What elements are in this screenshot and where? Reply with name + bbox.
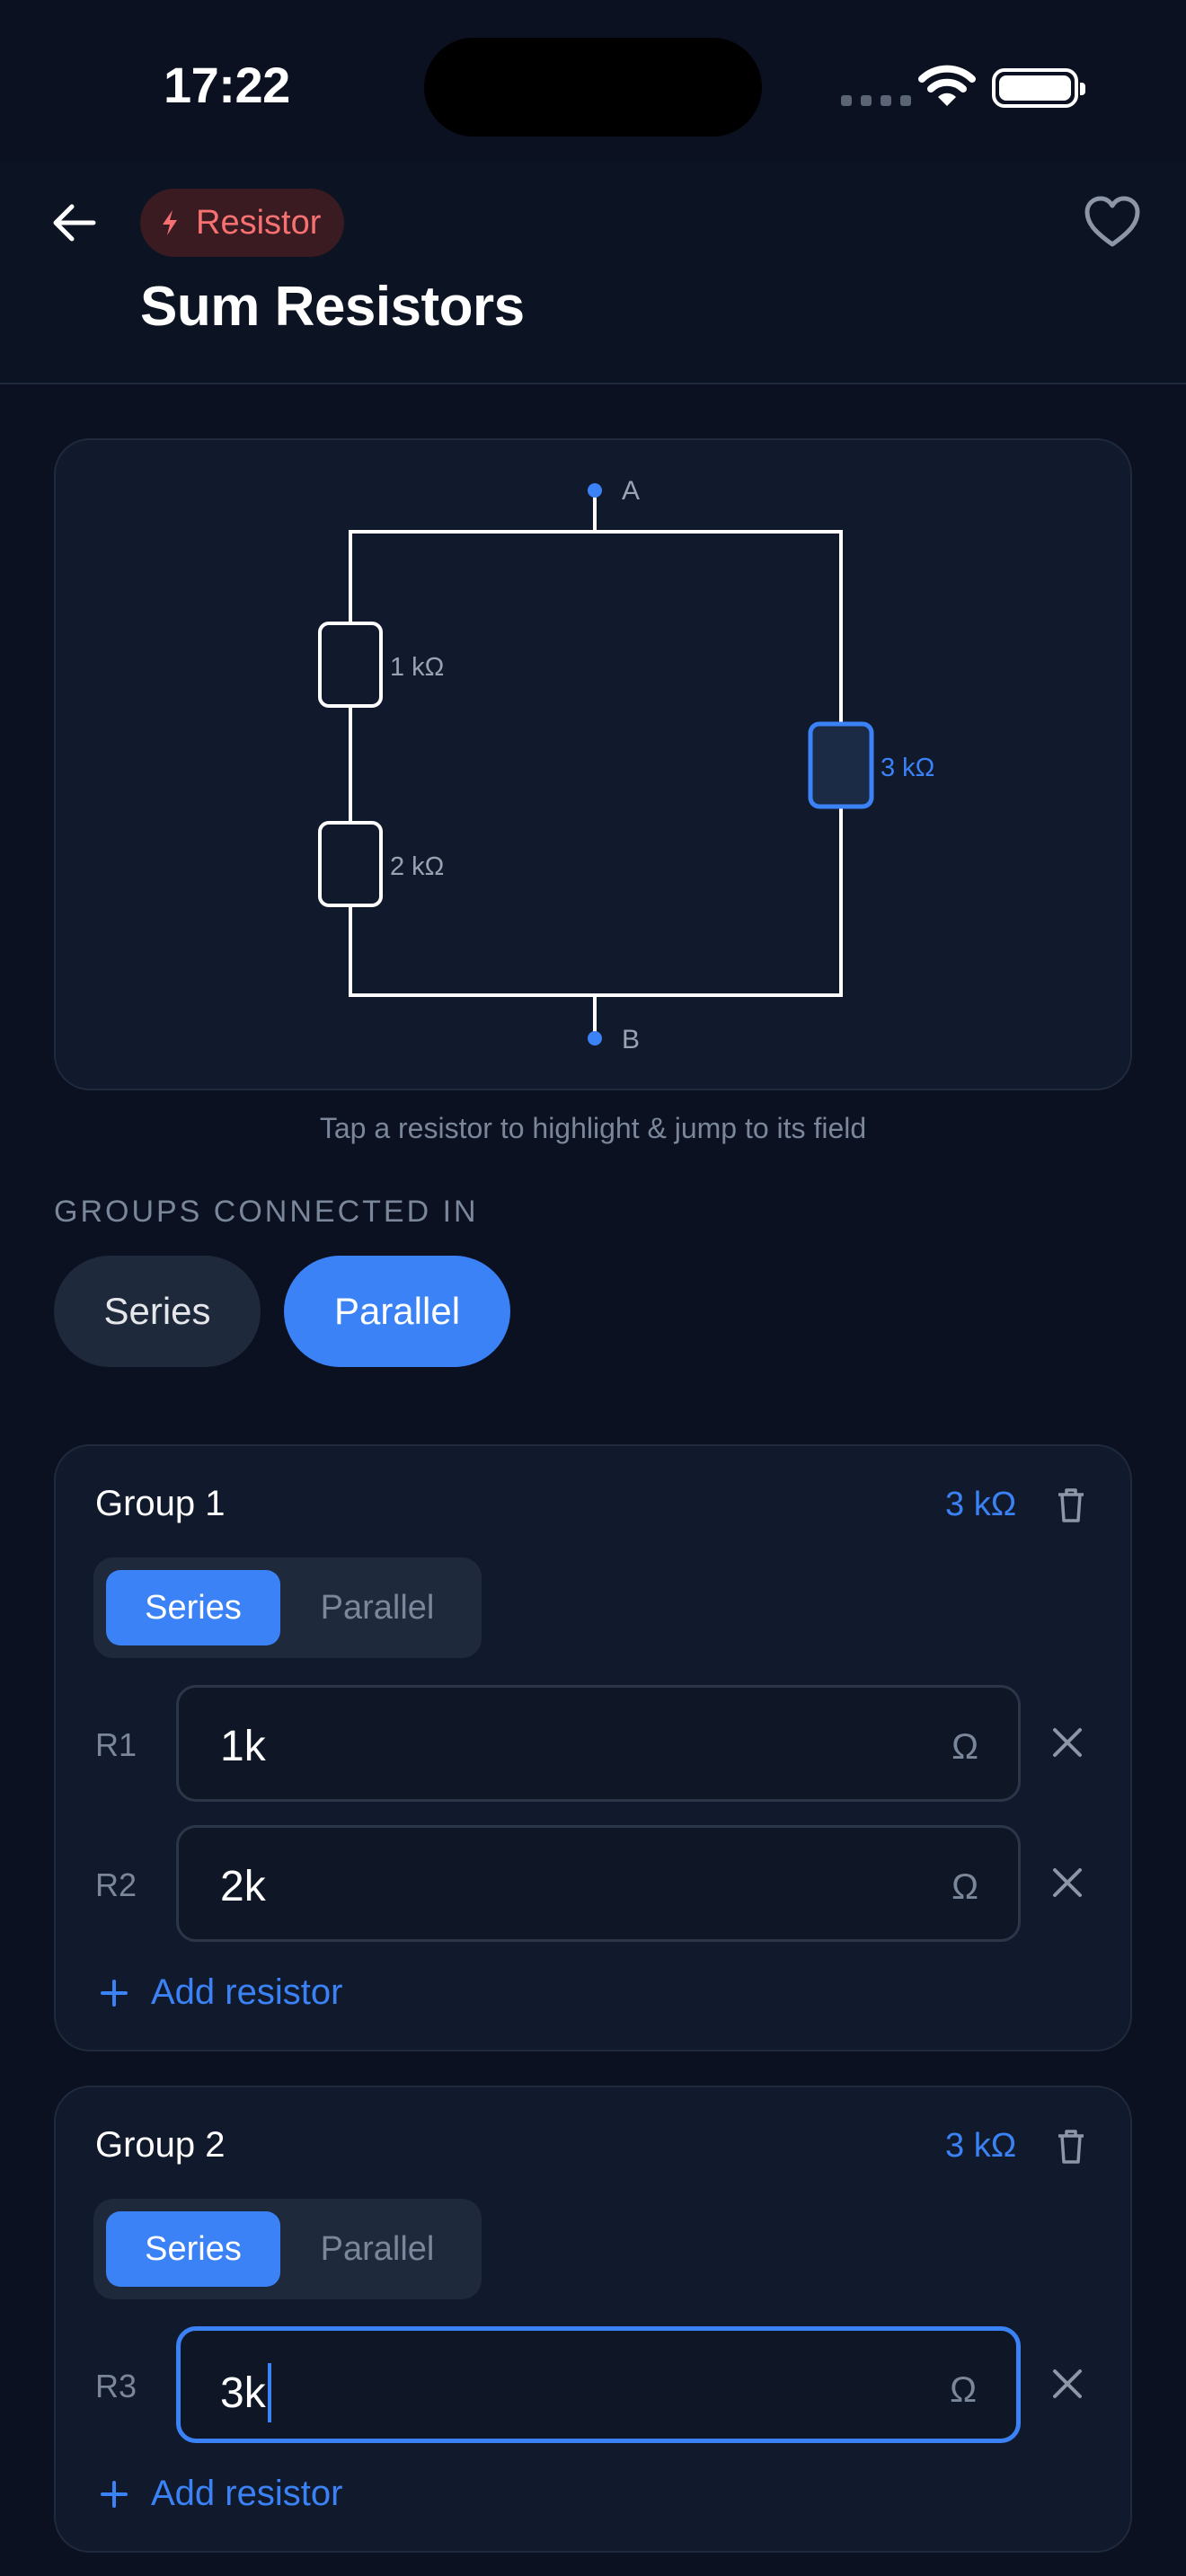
category-chip: Resistor xyxy=(140,189,345,257)
group-1-series-option[interactable]: Series xyxy=(106,1570,280,1645)
group-2-add-resistor-button[interactable]: Add resistor xyxy=(101,2474,342,2514)
resistor-r3-label: 3 kΩ xyxy=(881,754,934,782)
group-1-title: Group 1 xyxy=(95,1484,226,1523)
trash-icon[interactable] xyxy=(1057,1487,1085,1523)
circuit-diagram: A B 1 kΩ 2 kΩ 3 kΩ xyxy=(318,476,934,1054)
resistor-r2[interactable]: 2 kΩ xyxy=(318,821,444,907)
plus-icon xyxy=(101,2480,128,2508)
resistor-r1-value: 1k xyxy=(220,1723,266,1770)
resistor-r2-label: 2 kΩ xyxy=(390,852,444,881)
resistor-r1-label: 1 kΩ xyxy=(390,653,444,682)
group-1-total: 3 kΩ xyxy=(945,1486,1017,1523)
close-icon[interactable] xyxy=(1051,1866,1084,1899)
ohm-unit: Ω xyxy=(951,1727,978,1767)
resistor-r1-field-label: R1 xyxy=(95,1726,137,1763)
node-b-dot xyxy=(588,1031,602,1045)
resistor-r3[interactable]: 3 kΩ xyxy=(808,721,934,809)
group-1-add-resistor-button[interactable]: Add resistor xyxy=(101,1972,342,2013)
category-chip-label: Resistor xyxy=(196,203,322,242)
circuit-wires xyxy=(349,490,843,1038)
plus-icon xyxy=(101,1979,128,2007)
status-time: 17:22 xyxy=(164,57,290,113)
heart-icon[interactable] xyxy=(1084,196,1141,250)
group-2-parallel-option[interactable]: Parallel xyxy=(279,2211,476,2287)
page-title: Sum Resistors xyxy=(140,276,525,338)
resistor-r2-value: 2k xyxy=(220,1863,266,1910)
resistor-r3-input[interactable]: 3k Ω xyxy=(176,2326,1021,2443)
close-icon[interactable] xyxy=(1051,2368,1084,2400)
add-resistor-label: Add resistor xyxy=(151,2474,343,2513)
resistor-r2-field-label: R2 xyxy=(95,1866,137,1903)
text-caret xyxy=(267,2363,271,2422)
resistor-r1-input[interactable]: 1k Ω xyxy=(176,1685,1021,1802)
group-1-parallel-option[interactable]: Parallel xyxy=(279,1570,476,1645)
node-b-label: B xyxy=(622,1025,640,1054)
groups-connection-label: GROUPS CONNECTED IN xyxy=(54,1195,479,1229)
resistor-r2-input[interactable]: 2k Ω xyxy=(176,1825,1021,1942)
connection-parallel-button[interactable]: Parallel xyxy=(284,1256,510,1367)
group-2-total: 3 kΩ xyxy=(945,2127,1017,2165)
trash-icon[interactable] xyxy=(1057,2129,1085,2165)
close-icon[interactable] xyxy=(1051,1726,1084,1759)
node-a-dot xyxy=(588,483,602,498)
connection-series-button[interactable]: Series xyxy=(54,1256,261,1367)
wifi-icon xyxy=(918,65,976,106)
add-resistor-label: Add resistor xyxy=(151,1972,343,2012)
ohm-unit: Ω xyxy=(950,2370,977,2410)
dynamic-island xyxy=(424,38,762,137)
back-arrow-icon[interactable] xyxy=(49,198,99,248)
battery-icon xyxy=(992,68,1085,108)
cellular-signal-icon xyxy=(841,95,911,106)
group-2-series-option[interactable]: Series xyxy=(106,2211,280,2287)
resistor-r1[interactable]: 1 kΩ xyxy=(318,622,444,708)
resistor-r3-value: 3k xyxy=(220,2369,266,2417)
circuit-hint: Tap a resistor to highlight & jump to it… xyxy=(319,1112,867,1144)
ohm-unit: Ω xyxy=(951,1867,978,1907)
resistor-r3-field-label: R3 xyxy=(95,2368,137,2404)
bolt-icon xyxy=(163,210,177,235)
node-a-label: A xyxy=(622,476,640,506)
group-2-title: Group 2 xyxy=(95,2125,226,2165)
